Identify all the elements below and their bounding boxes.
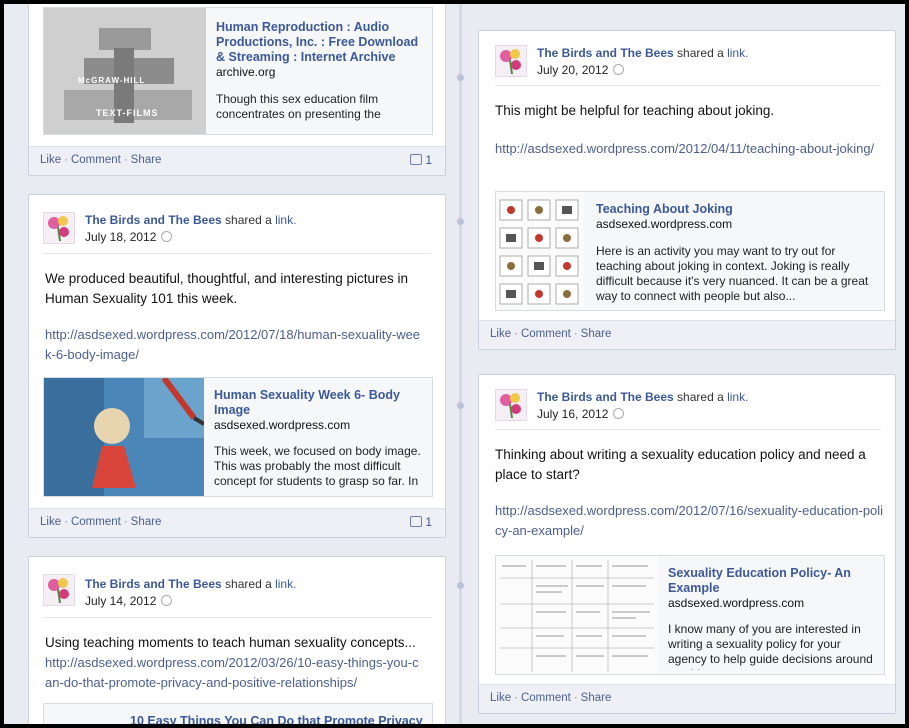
post-url[interactable]: http://asdsexed.wordpress.com/2012/03/26… [45, 653, 425, 693]
comment-link[interactable]: Comment [521, 692, 571, 704]
timeline-spine [459, 4, 462, 724]
post-author-line: The Birds and The Bees shared a link. [537, 390, 749, 404]
comment-link[interactable]: Comment [521, 328, 571, 340]
post-card: McGRAW-HILL TEXT-FILMS Human Reproductio… [28, 4, 446, 176]
page-avatar[interactable] [495, 389, 527, 421]
preview-title[interactable]: Human Sexuality Week 6- Body Image [214, 388, 424, 418]
painting-thumbnail [44, 378, 204, 496]
preview-title[interactable]: 10 Easy Things You Can Do that Promote P… [130, 714, 430, 724]
post-card: The Birds and The Bees shared a link. Ju… [28, 556, 446, 724]
author-name[interactable]: The Birds and The Bees [537, 390, 674, 404]
link-preview[interactable]: 10 Easy Things You Can Do that Promote P… [43, 703, 433, 724]
divider [43, 253, 431, 254]
timeline-dot [457, 74, 464, 81]
preview-description: This week, we focused on body image. Thi… [214, 444, 421, 488]
like-count[interactable]: 1 [410, 153, 432, 167]
author-name[interactable]: The Birds and The Bees [85, 213, 222, 227]
share-link[interactable]: Share [581, 692, 612, 704]
thumb-text-bottom: TEXT-FILMS [96, 108, 159, 118]
link-preview[interactable]: Human Sexuality Week 6- Body Image asdse… [43, 377, 433, 497]
share-link[interactable]: Share [131, 516, 162, 528]
page-avatar[interactable] [495, 45, 527, 77]
post-date[interactable]: July 14, 2012 [85, 594, 173, 608]
link-word[interactable]: link. [275, 577, 296, 591]
link-preview[interactable]: McGRAW-HILL TEXT-FILMS Human Reproductio… [43, 7, 433, 135]
preview-title[interactable]: Teaching About Joking [596, 202, 876, 217]
preview-description: Though this sex education film concentra… [216, 92, 381, 124]
like-link[interactable]: Like [40, 154, 61, 166]
post-date[interactable]: July 16, 2012 [537, 407, 625, 421]
author-name[interactable]: The Birds and The Bees [537, 46, 674, 60]
post-author-line: The Birds and The Bees shared a link. [537, 46, 749, 60]
post-card: The Birds and The Bees shared a link. Ju… [478, 30, 896, 350]
post-actions: Like · Comment · Share 1 [29, 508, 445, 537]
preview-domain: asdsexed.wordpress.com [596, 217, 733, 231]
share-link[interactable]: Share [581, 328, 612, 340]
post-author-line: The Birds and The Bees shared a link. [85, 577, 297, 591]
post-url[interactable]: http://asdsexed.wordpress.com/2012/07/18… [45, 325, 425, 365]
post-message: Using teaching moments to teach human se… [45, 635, 416, 650]
post-message: We produced beautiful, thoughtful, and i… [45, 271, 408, 306]
share-link[interactable]: Share [131, 154, 162, 166]
globe-icon [161, 231, 173, 242]
globe-icon [613, 408, 625, 419]
thumb-text-top: McGRAW-HILL [78, 76, 146, 85]
link-preview[interactable]: Sexuality Education Policy- An Example a… [495, 555, 885, 675]
timeline-dot [457, 582, 464, 589]
link-preview[interactable]: Teaching About Joking asdsexed.wordpress… [495, 191, 885, 311]
post-date[interactable]: July 20, 2012 [537, 63, 625, 77]
like-link[interactable]: Like [40, 516, 61, 528]
post-actions: Like · Comment · Share 1 [29, 146, 445, 175]
post-url[interactable]: http://asdsexed.wordpress.com/2012/04/11… [495, 139, 875, 159]
preview-domain: asdsexed.wordpress.com [668, 596, 805, 610]
thumbs-up-icon [410, 154, 423, 165]
divider [495, 429, 881, 430]
like-link[interactable]: Like [490, 328, 511, 340]
film-thumbnail: McGRAW-HILL TEXT-FILMS [44, 8, 206, 134]
thumbs-up-icon [410, 516, 423, 527]
author-name[interactable]: The Birds and The Bees [85, 577, 222, 591]
divider [495, 85, 881, 86]
preview-title[interactable]: Sexuality Education Policy- An Example [668, 566, 878, 596]
joking-worksheet-thumbnail [496, 192, 584, 310]
timeline-dot [457, 402, 464, 409]
timeline-dot [457, 218, 464, 225]
post-card: The Birds and The Bees shared a link. Ju… [28, 194, 446, 538]
divider [43, 617, 431, 618]
globe-icon [161, 595, 173, 606]
preview-title[interactable]: Human Reproduction : Audio Productions, … [216, 20, 426, 65]
preview-description: I know many of you are interested in wri… [668, 622, 873, 670]
comment-link[interactable]: Comment [71, 154, 121, 166]
globe-icon [613, 64, 625, 75]
preview-domain: archive.org [216, 65, 276, 79]
post-message: This might be helpful for teaching about… [495, 103, 775, 118]
post-author-line: The Birds and The Bees shared a link. [85, 213, 297, 227]
post-actions: Like · Comment · Share [479, 320, 895, 349]
link-word[interactable]: link. [727, 46, 748, 60]
post-date[interactable]: July 18, 2012 [85, 230, 173, 244]
post-card: The Birds and The Bees shared a link. Ju… [478, 374, 896, 714]
like-link[interactable]: Like [490, 692, 511, 704]
timeline-frame: McGRAW-HILL TEXT-FILMS Human Reproductio… [4, 4, 905, 724]
page-avatar[interactable] [43, 212, 75, 244]
comment-link[interactable]: Comment [71, 516, 121, 528]
preview-description: Here is an activity you may want to try … [596, 244, 869, 303]
like-count[interactable]: 1 [410, 515, 432, 529]
post-actions: Like · Comment · Share [479, 684, 895, 713]
post-message: Thinking about writing a sexuality educa… [495, 447, 866, 482]
link-word[interactable]: link. [727, 390, 748, 404]
policy-document-thumbnail [496, 556, 658, 674]
page-avatar[interactable] [43, 574, 75, 606]
preview-domain: asdsexed.wordpress.com [214, 418, 351, 432]
link-word[interactable]: link. [275, 213, 296, 227]
post-url[interactable]: http://asdsexed.wordpress.com/2012/07/16… [495, 501, 885, 541]
